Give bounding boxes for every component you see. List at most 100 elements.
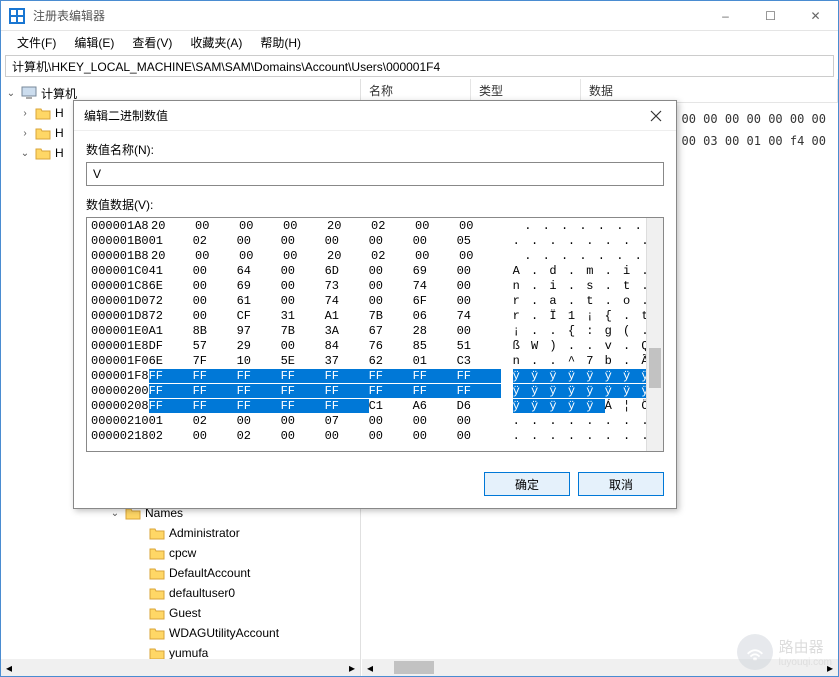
tree-user-administrator[interactable]: Administrator bbox=[105, 523, 279, 543]
hex-byte[interactable]: 20 bbox=[151, 249, 195, 263]
hex-byte[interactable]: 6E bbox=[149, 354, 193, 368]
cancel-button[interactable]: 取消 bbox=[578, 472, 664, 496]
hex-byte[interactable]: FF bbox=[193, 369, 237, 383]
hex-byte[interactable]: FF bbox=[193, 399, 237, 413]
hex-byte[interactable]: 06 bbox=[413, 309, 457, 323]
tree-user-wdagutilityaccount[interactable]: WDAGUtilityAccount bbox=[105, 623, 279, 643]
hex-byte[interactable]: 64 bbox=[237, 264, 281, 278]
maximize-button[interactable]: ☐ bbox=[748, 1, 793, 31]
hex-byte[interactable]: 01 bbox=[149, 414, 193, 428]
hex-byte[interactable]: 00 bbox=[413, 414, 457, 428]
dialog-close-button[interactable] bbox=[636, 101, 676, 131]
hex-byte[interactable]: 97 bbox=[237, 324, 281, 338]
hex-byte[interactable]: FF bbox=[325, 399, 369, 413]
hex-byte[interactable]: 02 bbox=[237, 429, 281, 443]
hex-byte[interactable]: FF bbox=[413, 369, 457, 383]
hex-byte[interactable]: 7B bbox=[369, 309, 413, 323]
hex-byte[interactable]: 6E bbox=[149, 279, 193, 293]
hex-byte[interactable]: A1 bbox=[149, 324, 193, 338]
menu-file[interactable]: 文件(F) bbox=[9, 32, 64, 53]
hex-byte[interactable]: FF bbox=[237, 399, 281, 413]
hex-byte[interactable]: 10 bbox=[237, 354, 281, 368]
hex-byte[interactable]: 31 bbox=[281, 309, 325, 323]
hex-byte[interactable]: FF bbox=[237, 384, 281, 398]
hex-byte[interactable]: 00 bbox=[457, 429, 501, 443]
hex-byte[interactable]: CF bbox=[237, 309, 281, 323]
hex-row[interactable]: 000001D87200CF31A17B0674r . Ï 1 ¡ { . t bbox=[87, 308, 646, 323]
hex-byte[interactable]: 02 bbox=[371, 219, 415, 233]
menu-help[interactable]: 帮助(H) bbox=[252, 32, 309, 53]
hex-byte[interactable]: 00 bbox=[459, 219, 503, 233]
tree-horizontal-scrollbar[interactable]: ◂ ▸ bbox=[1, 659, 360, 676]
hex-byte[interactable]: 00 bbox=[369, 234, 413, 248]
minimize-button[interactable]: – bbox=[703, 1, 748, 31]
hex-byte[interactable]: 00 bbox=[281, 429, 325, 443]
hex-byte[interactable]: 00 bbox=[281, 414, 325, 428]
hex-byte[interactable]: 00 bbox=[281, 339, 325, 353]
hex-row[interactable]: 000001F06E7F105E376201C3n . . ^ 7 b . Ã bbox=[87, 353, 646, 368]
value-name-input[interactable] bbox=[86, 162, 664, 186]
hex-byte[interactable]: 6D bbox=[325, 264, 369, 278]
hex-row[interactable]: 000002100102000007000000. . . . . . . . bbox=[87, 413, 646, 428]
hex-row[interactable]: 00000208FFFFFFFFFFC1A6D6ÿ ÿ ÿ ÿ ÿ Á ¦ Ö bbox=[87, 398, 646, 413]
hex-row[interactable]: 000001C86E00690073007400n . i . s . t . bbox=[87, 278, 646, 293]
hex-byte[interactable]: 73 bbox=[325, 279, 369, 293]
hex-byte[interactable]: FF bbox=[149, 384, 193, 398]
hex-byte[interactable]: FF bbox=[413, 384, 457, 398]
hex-byte[interactable]: 01 bbox=[149, 234, 193, 248]
hex-byte[interactable]: 00 bbox=[457, 324, 501, 338]
hex-byte[interactable]: 07 bbox=[325, 414, 369, 428]
hex-byte[interactable]: 74 bbox=[457, 309, 501, 323]
hex-byte[interactable]: FF bbox=[281, 384, 325, 398]
hex-byte[interactable]: 00 bbox=[369, 429, 413, 443]
hex-byte[interactable]: 74 bbox=[325, 294, 369, 308]
hex-row[interactable]: 000001F8FFFFFFFFFFFFFFFFÿ ÿ ÿ ÿ ÿ ÿ ÿ ÿ bbox=[87, 368, 646, 383]
hex-byte[interactable]: 02 bbox=[371, 249, 415, 263]
hex-byte[interactable]: 00 bbox=[193, 309, 237, 323]
hex-editor[interactable]: 000001A82000000020020000 . . . . . . .00… bbox=[86, 217, 664, 452]
hex-byte[interactable]: DF bbox=[149, 339, 193, 353]
hex-byte[interactable]: 00 bbox=[195, 219, 239, 233]
hex-byte[interactable]: 72 bbox=[149, 294, 193, 308]
hex-byte[interactable]: 74 bbox=[413, 279, 457, 293]
hex-vertical-scrollbar[interactable] bbox=[646, 218, 663, 451]
menu-edit[interactable]: 编辑(E) bbox=[66, 32, 122, 53]
col-type[interactable]: 类型 bbox=[471, 79, 581, 102]
hex-byte[interactable]: 00 bbox=[193, 264, 237, 278]
hex-byte[interactable]: 69 bbox=[237, 279, 281, 293]
hex-byte[interactable]: C3 bbox=[457, 354, 501, 368]
tree-user-guest[interactable]: Guest bbox=[105, 603, 279, 623]
hex-byte[interactable]: 57 bbox=[193, 339, 237, 353]
hex-byte[interactable]: 00 bbox=[415, 249, 459, 263]
hex-row[interactable]: 000002180200020000000000. . . . . . . . bbox=[87, 428, 646, 443]
hex-byte[interactable]: 85 bbox=[413, 339, 457, 353]
hex-row[interactable]: 000001E8DF57290084768551ß W ) . . v . Q bbox=[87, 338, 646, 353]
hex-byte[interactable]: 00 bbox=[239, 219, 283, 233]
hex-byte[interactable]: FF bbox=[457, 369, 501, 383]
hex-byte[interactable]: 00 bbox=[281, 294, 325, 308]
col-data[interactable]: 数据 bbox=[581, 79, 838, 102]
hex-byte[interactable]: 00 bbox=[457, 279, 501, 293]
hex-byte[interactable]: 00 bbox=[369, 294, 413, 308]
hex-byte[interactable]: 00 bbox=[369, 264, 413, 278]
hex-byte[interactable]: FF bbox=[149, 369, 193, 383]
hex-byte[interactable]: 3A bbox=[325, 324, 369, 338]
hex-byte[interactable]: 00 bbox=[237, 234, 281, 248]
hex-byte[interactable]: A1 bbox=[325, 309, 369, 323]
hex-row[interactable]: 000001E0A18B977B3A672800¡ . . { : g ( . bbox=[87, 323, 646, 338]
hex-byte[interactable]: FF bbox=[149, 399, 193, 413]
hex-byte[interactable]: 8B bbox=[193, 324, 237, 338]
hex-byte[interactable]: 7B bbox=[281, 324, 325, 338]
hex-byte[interactable]: FF bbox=[281, 399, 325, 413]
dialog-titlebar[interactable]: 编辑二进制数值 bbox=[74, 101, 676, 131]
hex-byte[interactable]: 00 bbox=[283, 219, 327, 233]
scrollbar-thumb[interactable] bbox=[394, 661, 434, 674]
hex-byte[interactable]: 00 bbox=[283, 249, 327, 263]
chevron-down-icon[interactable]: ⌄ bbox=[5, 88, 17, 99]
hex-byte[interactable]: 00 bbox=[369, 279, 413, 293]
ok-button[interactable]: 确定 bbox=[484, 472, 570, 496]
hex-byte[interactable]: 37 bbox=[325, 354, 369, 368]
hex-byte[interactable]: 00 bbox=[239, 249, 283, 263]
hex-byte[interactable]: 00 bbox=[193, 429, 237, 443]
hex-byte[interactable]: 62 bbox=[369, 354, 413, 368]
